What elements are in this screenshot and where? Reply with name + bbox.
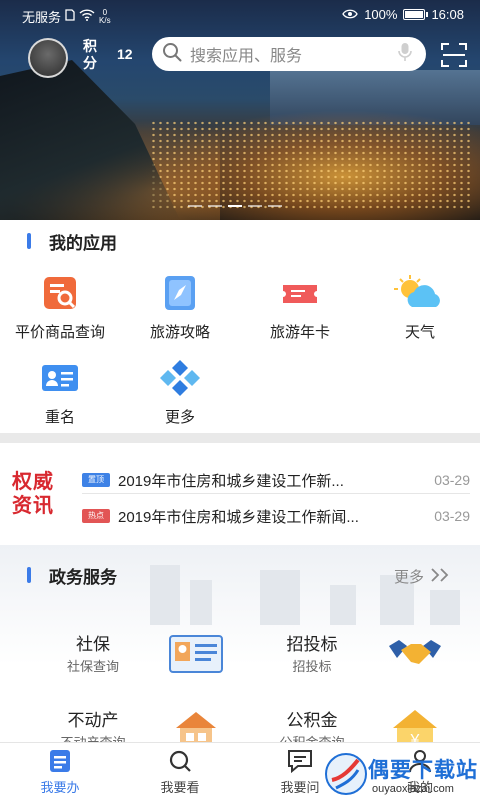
hero-banner[interactable] [0,0,480,220]
news-title: 2019年市住房和城乡建设工作新... [118,472,344,490]
watermark-text: 偶要下载站 [368,759,478,782]
news-logo: 权威 资讯 [12,471,54,517]
double-chevron-right-icon [430,567,452,586]
section-divider [0,433,480,443]
app-travel-guide[interactable]: 旅游攻略 [120,273,240,353]
social-security-card-icon [168,632,224,676]
network-speed: 0 K/s [99,7,111,25]
news-title: 2019年市住房和城乡建设工作新闻... [118,508,359,526]
app-travel-card[interactable]: 旅游年卡 [240,273,360,353]
service-social-security[interactable]: 社保 社保查询 [33,630,233,690]
avatar[interactable] [28,38,68,78]
price-search-icon [40,273,80,313]
compass-icon [160,273,200,313]
app-price-query[interactable]: 平价商品查询 [0,273,120,353]
chat-bubble-icon [286,749,314,774]
more-diamonds-icon [154,358,206,398]
nav-tab-do[interactable]: 我要办 [0,743,120,800]
wifi-icon [79,9,95,24]
eye-icon [342,7,358,22]
id-card-icon [40,358,80,398]
search-input[interactable]: 搜索应用、服务 [190,42,398,66]
microphone-icon[interactable] [398,42,412,67]
search-icon [166,749,194,773]
handshake-icon [387,632,443,676]
service-bidding[interactable]: 招投标 招投标 [252,630,452,690]
clock: 16:08 [431,7,464,22]
news-separator [82,493,470,494]
news-date: 03-29 [434,508,470,524]
watermark-url: ouyaoxiazai.com [372,783,454,795]
news-tag: 热点 [82,509,110,523]
more-link[interactable]: 更多 [394,566,452,587]
gov-services-header: 政务服务 更多 [0,555,480,595]
watermark-logo-icon [325,753,367,795]
app-more[interactable]: 更多 [120,358,240,438]
section-title: 政务服务 [49,567,117,587]
ticket-card-icon [280,273,320,313]
document-list-icon [46,749,74,773]
battery-percent: 100% [364,7,398,22]
points-value[interactable]: 12 [117,46,133,62]
my-apps-header: 我的应用 [0,221,480,261]
search-bar[interactable]: 搜索应用、服务 [152,37,426,71]
scan-icon[interactable] [440,42,468,68]
nav-tab-view[interactable]: 我要看 [120,743,240,800]
weather-icon [394,273,446,313]
battery-icon [403,9,429,20]
search-icon [162,42,182,67]
carrier-text: 无服务 [22,10,62,25]
news-date: 03-29 [434,472,470,488]
points-label[interactable]: 积分 [83,38,99,72]
section-title: 我的应用 [49,233,117,253]
status-bar: 无服务 0 K/s 100% 16:08 [0,0,480,30]
app-weather[interactable]: 天气 [360,273,480,353]
app-duplicate-name[interactable]: 重名 [0,358,120,438]
news-item[interactable]: 热点 2019年市住房和城乡建设工作新闻... 03-29 [82,501,470,531]
carousel-indicator [188,205,282,207]
news-tag: 置顶 [82,473,110,487]
site-watermark: 偶要下载站 ouyaoxiazai.com [322,748,480,800]
sim-icon [65,9,75,24]
news-item[interactable]: 置顶 2019年市住房和城乡建设工作新... 03-29 [82,465,470,495]
